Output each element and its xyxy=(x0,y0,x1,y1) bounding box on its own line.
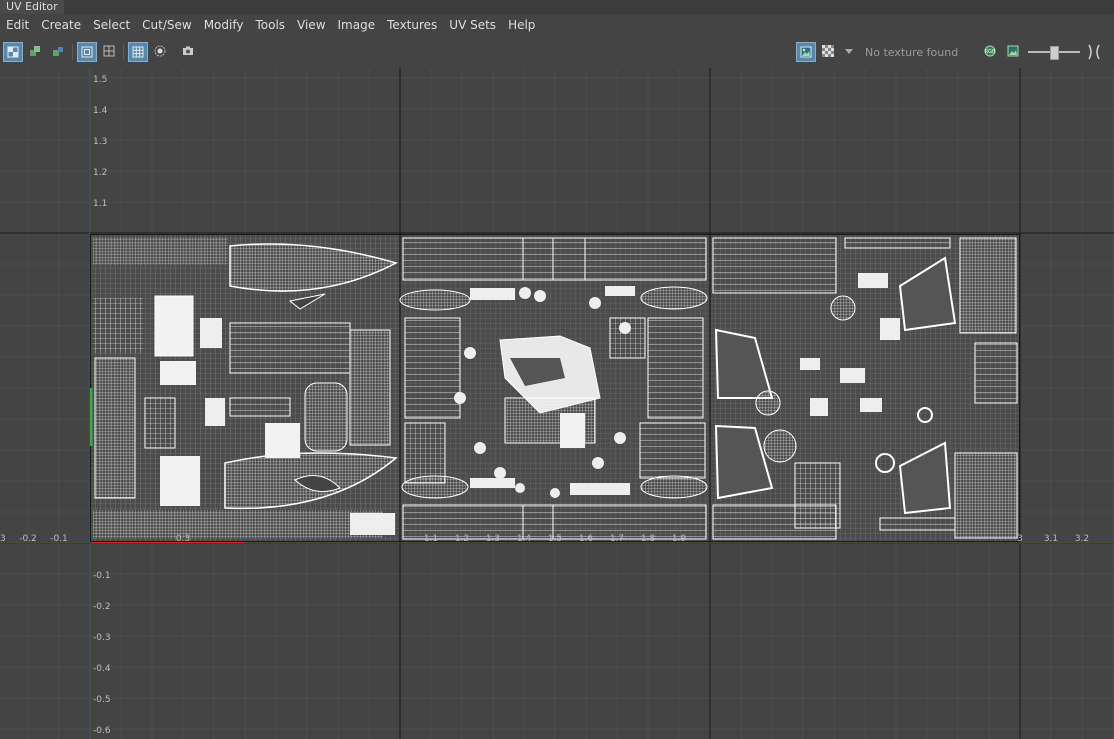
tick-label: 1.2 xyxy=(455,534,469,544)
dropdown-arrow-icon[interactable] xyxy=(845,49,853,55)
menu-tools[interactable]: Tools xyxy=(249,14,291,36)
tick-label: 1.1 xyxy=(93,199,107,209)
rgb-channel-button[interactable]: RGB xyxy=(981,42,1001,62)
uv-shell-icon xyxy=(30,46,40,56)
checker-texture-icon xyxy=(822,45,834,57)
tick-label: 3 xyxy=(1017,534,1023,544)
menu-textures[interactable]: Textures xyxy=(381,14,443,36)
frame-all-button[interactable] xyxy=(77,42,97,62)
tick-label: -0.2 xyxy=(19,534,37,544)
tick-label: 1.1 xyxy=(424,534,438,544)
menu-help[interactable]: Help xyxy=(502,14,541,36)
uv-shell-button[interactable] xyxy=(26,42,46,62)
image-display-icon xyxy=(800,46,812,58)
tick-label: -0.3 xyxy=(93,633,111,643)
tick-label: 1.8 xyxy=(641,534,656,544)
snapshot-icon xyxy=(183,46,193,55)
tick-label: 1.5 xyxy=(548,534,562,544)
menu-select[interactable]: Select xyxy=(87,14,136,36)
snapshot-button[interactable] xyxy=(179,42,199,62)
checker-texture-button[interactable] xyxy=(819,42,839,62)
pivot-icon xyxy=(154,45,166,57)
image-icon xyxy=(1007,45,1019,57)
tick-label: 1.6 xyxy=(579,534,594,544)
tick-label: -0.1 xyxy=(50,534,68,544)
uv-shell-alt-icon xyxy=(53,47,63,56)
menu-cut-sew[interactable]: Cut/Sew xyxy=(136,14,198,36)
checker-display-icon xyxy=(7,46,19,58)
menu-edit[interactable]: Edit xyxy=(0,14,35,36)
tick-label: 1.4 xyxy=(517,534,532,544)
grid-button[interactable] xyxy=(128,42,148,62)
menu-create[interactable]: Create xyxy=(35,14,87,36)
rgb-channel-icon: RGB xyxy=(984,45,996,57)
uv-viewport[interactable]: -0.3 -0.2 -0.1 0.3 1.1 1.2 1.3 1.4 1.5 1.6 1.7 1.8 1… xyxy=(0,68,1114,739)
uv-tile-2[interactable] xyxy=(711,235,1019,541)
menu-view[interactable]: View xyxy=(291,14,331,36)
toolbar-separator xyxy=(72,44,73,60)
uv-shell-alt-button[interactable] xyxy=(49,42,69,62)
tick-label: -0.2 xyxy=(93,602,111,612)
tick-label: 1.4 xyxy=(93,106,108,116)
tick-label: 1.9 xyxy=(672,534,687,544)
checker-display-button[interactable] xyxy=(3,42,23,62)
tick-label: -0.5 xyxy=(93,695,111,705)
tick-label: 3.1 xyxy=(1044,534,1058,544)
menu-bar: Edit Create Select Cut/Sew Modify Tools … xyxy=(0,14,1114,36)
toolbar-separator xyxy=(123,44,124,60)
tick-label: -0.3 xyxy=(0,534,6,544)
title-bar: UV Editor xyxy=(0,0,1114,14)
menu-modify[interactable]: Modify xyxy=(198,14,250,36)
tick-label: 0.3 xyxy=(176,534,190,544)
tick-label: 1.7 xyxy=(610,534,624,544)
texture-status-label[interactable]: No texture found xyxy=(865,46,958,59)
tick-label: 3.2 xyxy=(1075,534,1089,544)
menu-uv-sets[interactable]: UV Sets xyxy=(443,14,502,36)
tick-label: -0.4 xyxy=(93,664,111,674)
frame-selection-icon xyxy=(103,45,115,57)
tick-label: 1.2 xyxy=(93,168,107,178)
menu-image[interactable]: Image xyxy=(332,14,382,36)
grid-icon xyxy=(132,46,144,58)
window-title: UV Editor xyxy=(0,0,64,14)
uv-tile-1[interactable] xyxy=(399,235,709,541)
gamma-icon[interactable] xyxy=(1086,43,1104,61)
tick-label: 1.3 xyxy=(486,534,500,544)
pivot-button[interactable] xyxy=(151,42,171,62)
image-display-button[interactable] xyxy=(796,42,816,62)
uv-tile-0[interactable] xyxy=(91,235,399,541)
image-toggle-button[interactable] xyxy=(1004,42,1024,62)
tick-label: 1.5 xyxy=(93,75,107,85)
tick-label: -0.6 xyxy=(93,726,111,736)
svg-text:RGB: RGB xyxy=(985,49,996,55)
frame-selection-button[interactable] xyxy=(100,42,120,62)
tick-label: 1.3 xyxy=(93,137,107,147)
frame-all-icon xyxy=(81,46,93,58)
exposure-slider-handle[interactable] xyxy=(1050,46,1059,60)
tick-label: -0.1 xyxy=(93,571,111,581)
